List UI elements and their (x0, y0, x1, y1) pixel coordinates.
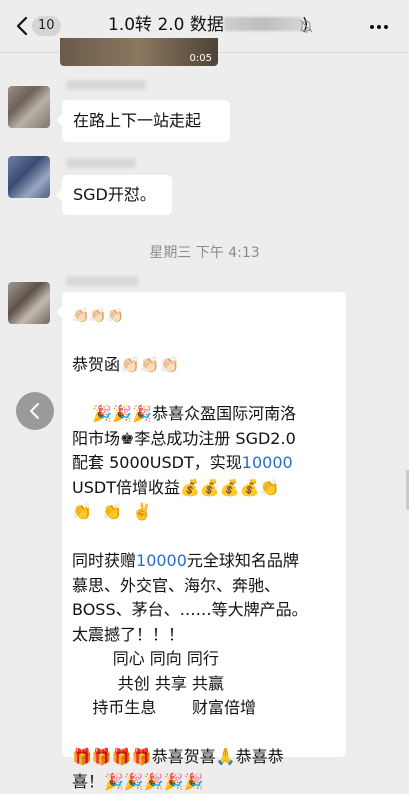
message-line: 同心 同向 同行 (72, 647, 336, 672)
message-line: 配套 5000USDT，实现10000 (72, 451, 336, 476)
message-line (72, 525, 336, 550)
message-line: 共创 共享 共赢 (72, 672, 336, 697)
back-arrow-icon[interactable] (12, 15, 34, 37)
message-timestamp: 星期三 下午 4:13 (0, 242, 409, 262)
message-line: 阳市场♚李总成功注册 SGD2.0 (72, 427, 336, 452)
message-bubble[interactable]: SGD开怼。 (62, 175, 172, 215)
video-message-thumbnail[interactable]: 0:05 (60, 38, 218, 66)
message-line: 喜！🎉🎉🎉🎉🎉 (72, 770, 336, 794)
message-text-part: 元全球知名品牌 (187, 551, 299, 570)
sender-avatar[interactable] (8, 86, 50, 128)
message-line: 👏 👏 ✌️ (72, 500, 336, 525)
redacted-sender-name (66, 276, 138, 286)
message-line (72, 329, 336, 354)
highlighted-number[interactable]: 10000 (242, 453, 293, 472)
sender-avatar[interactable] (8, 282, 50, 324)
message-line (72, 378, 336, 403)
message-line: 🎁🎁🎁🎁恭喜贺喜🙏恭喜恭 (72, 745, 336, 770)
message-line: 同时获赠10000元全球知名品牌 (72, 549, 336, 574)
chat-title: 1.0转 2.0 数据) (108, 14, 309, 36)
message-bubble[interactable]: 在路上下一站走起 (62, 100, 230, 142)
message-text: 在路上下一站走起 (73, 111, 201, 130)
message-line: 太震撼了！！！ (72, 623, 336, 648)
message-text-part: 配套 5000USDT，实现 (72, 453, 242, 472)
collapse-arrow-button[interactable] (16, 392, 54, 430)
long-message-bubble[interactable]: 👏🏻👏🏻👏🏻 恭贺函👏🏻👏🏻👏🏻 🎉🎉🎉恭喜众盈国际河南洛 阳市场♚李总成功注册… (62, 292, 346, 757)
redacted-title-part (224, 17, 302, 31)
highlighted-number[interactable]: 10000 (136, 551, 187, 570)
message-line: 👏🏻👏🏻👏🏻 (72, 304, 336, 329)
chevron-left-icon (28, 402, 42, 420)
message-line: USDT倍增收益💰💰💰💰👏 (72, 476, 336, 501)
message-line (72, 721, 336, 746)
message-line: BOSS、茅台、……等大牌产品。 (72, 598, 336, 623)
redacted-sender-name (66, 80, 146, 90)
message-line: 持币生息 财富倍增 (72, 696, 336, 721)
message-line: 恭贺函👏🏻👏🏻👏🏻 (72, 353, 336, 378)
unread-count-badge[interactable]: 10 (32, 16, 61, 36)
message-text: SGD开怼。 (73, 185, 156, 204)
redacted-sender-name (66, 158, 136, 168)
message-line: 慕思、外交官、海尔、奔驰、 (72, 574, 336, 599)
message-line: 🎉🎉🎉恭喜众盈国际河南洛 (72, 402, 336, 427)
sender-avatar[interactable] (8, 156, 50, 198)
video-duration: 0:05 (190, 53, 212, 64)
chat-title-text: 1.0转 2.0 数据 (108, 15, 224, 35)
message-text-part: 同时获赠 (72, 551, 136, 570)
more-options-icon[interactable] (369, 24, 389, 30)
mute-bell-icon (298, 18, 314, 34)
